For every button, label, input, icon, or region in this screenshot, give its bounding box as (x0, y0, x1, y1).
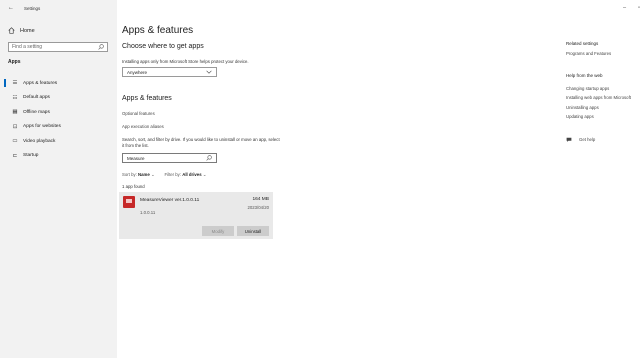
restore-icon[interactable]: ▫ (638, 5, 640, 11)
app-version: 1.0.0.11 (140, 210, 156, 215)
app-size: 164 MB (252, 197, 269, 202)
sidebar-item-label: Startup (23, 153, 39, 159)
get-help-icon (566, 137, 572, 142)
filter-value: All drives (182, 172, 202, 177)
find-setting-input[interactable]: Find a setting (8, 42, 108, 52)
app-list-item[interactable]: MeasureViewer ver.1.0.0.11 1.0.0.11 164 … (119, 192, 273, 239)
sort-by-control[interactable]: Sort by: Name ⌄ (122, 172, 155, 178)
choose-description: Installing apps only from Microsoft Stor… (122, 59, 249, 64)
home-nav-item[interactable]: Home (8, 27, 35, 34)
app-search-input[interactable]: Measure (122, 153, 217, 163)
sidebar: ← Settings Home Find a setting Apps ☰ Ap… (0, 0, 117, 358)
sort-label: Sort by: (122, 172, 137, 177)
default-apps-icon: ☷ (12, 94, 18, 101)
get-help-label: Get help (579, 137, 596, 142)
sidebar-item-label: Apps for websites (23, 124, 61, 130)
sidebar-item-apps-features[interactable]: ☰ Apps & features (0, 76, 117, 91)
filter-by-control[interactable]: Filter by: All drives ⌄ (165, 172, 207, 178)
uninstall-button[interactable]: Uninstall (237, 226, 269, 236)
right-panel: – ▫ Related settings Programs and Featur… (566, 0, 644, 358)
chevron-down-icon (206, 70, 212, 74)
video-playback-icon: ▭ (12, 138, 18, 145)
sidebar-item-offline-maps[interactable]: ▦ Offline maps (0, 105, 117, 120)
sidebar-item-label: Offline maps (23, 109, 50, 115)
help-web-heading: Help from the web (566, 73, 603, 78)
window-controls: – ▫ (623, 5, 640, 11)
apps-found-count: 1 app found (122, 184, 145, 189)
optional-features-link[interactable]: Optional features (122, 111, 155, 116)
programs-features-link[interactable]: Programs and Features (566, 51, 611, 56)
app-name: MeasureViewer ver.1.0.0.11 (140, 198, 200, 203)
page-title: Apps & features (122, 25, 194, 36)
app-source-value: Anywhere (127, 69, 148, 75)
home-icon (8, 27, 15, 34)
apps-section-label: Apps (8, 59, 21, 65)
app-execution-aliases-link[interactable]: App execution aliases (122, 124, 164, 129)
get-help-link[interactable]: Get help (566, 137, 595, 142)
apps-features-heading: Apps & features (122, 95, 172, 102)
related-settings-heading: Related settings (566, 41, 599, 46)
sidebar-item-default-apps[interactable]: ☷ Default apps (0, 91, 117, 106)
startup-icon: ⊏ (12, 152, 18, 159)
offline-maps-icon: ▦ (12, 109, 18, 116)
minimize-icon[interactable]: – (623, 5, 626, 11)
search-icon (206, 155, 212, 161)
help-link[interactable]: Uninstalling apps (566, 105, 599, 110)
sidebar-item-label: Apps & features (23, 80, 58, 86)
help-link[interactable]: Installing web apps from Microsoft (566, 95, 631, 100)
sort-value: Name (138, 172, 150, 177)
sidebar-item-label: Default apps (23, 95, 50, 101)
sidebar-item-video-playback[interactable]: ▭ Video playback (0, 134, 117, 149)
app-date: 2023/04/20 (247, 205, 269, 210)
app-icon (123, 196, 135, 208)
sidebar-nav: ☰ Apps & features ☷ Default apps ▦ Offli… (0, 76, 117, 163)
app-search-value: Measure (127, 155, 145, 161)
choose-heading: Choose where to get apps (122, 43, 204, 50)
sidebar-item-startup[interactable]: ⊏ Startup (0, 149, 117, 164)
apps-for-websites-icon: ⊡ (12, 123, 18, 130)
find-setting-placeholder: Find a setting (12, 44, 43, 50)
home-label: Home (20, 27, 35, 34)
back-arrow-icon[interactable]: ← (8, 5, 14, 11)
main-content: Apps & features Choose where to get apps… (119, 0, 422, 358)
app-source-dropdown[interactable]: Anywhere (122, 67, 217, 77)
modify-button: Modify (202, 226, 234, 236)
help-link[interactable]: Changing startup apps (566, 86, 609, 91)
search-icon (98, 44, 104, 50)
apps-features-icon: ☰ (12, 80, 18, 87)
help-link[interactable]: Updating apps (566, 114, 594, 119)
filter-label: Filter by: (164, 172, 182, 177)
window-title: Settings (24, 6, 41, 11)
sidebar-item-label: Video playback (23, 138, 56, 144)
sidebar-item-apps-for-websites[interactable]: ⊡ Apps for websites (0, 120, 117, 135)
chevron-down-icon: ⌄ (150, 172, 155, 177)
chevron-down-icon: ⌄ (202, 172, 207, 177)
search-description: Search, sort, and filter by drive. If yo… (122, 137, 280, 148)
sort-filter-row: Sort by: Name ⌄ Filter by: All drives ⌄ (122, 172, 206, 178)
